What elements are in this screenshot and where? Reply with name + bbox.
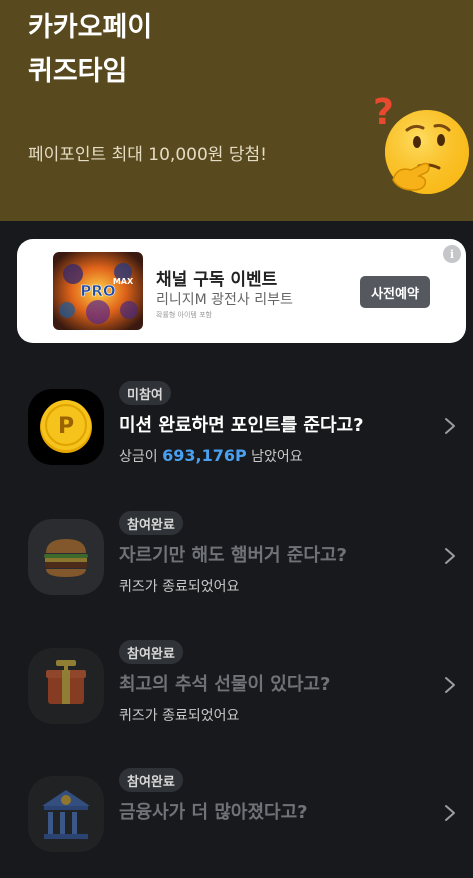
prize-prefix: 상금이: [119, 449, 163, 465]
svg-text:?: ?: [375, 94, 394, 133]
quiz-prize-remaining: 상금이 693,176P 남았어요: [119, 446, 303, 466]
ad-subtitle: 리니지M 광전사 리부트: [156, 292, 293, 308]
page-title: 카카오페이 퀴즈타임: [28, 6, 152, 94]
ad-game-thumbnail: PRO MAX: [53, 252, 143, 330]
point-coin-icon: P: [28, 389, 104, 465]
quiz-item-chuseok-gift[interactable]: 참여완료 최고의 추석 선물이 있다고? 퀴즈가 종료되었어요: [0, 640, 473, 750]
ad-disclaimer: 확률형 아이템 포함: [156, 311, 212, 319]
chevron-right-icon: [445, 677, 455, 693]
info-icon[interactable]: i: [443, 245, 461, 263]
quiz-item-hamburger[interactable]: 참여완료 자르기만 해도 햄버거 준다고? 퀴즈가 종료되었어요: [0, 511, 473, 621]
status-badge: 미참여: [119, 381, 171, 405]
ad-title: 채널 구독 이벤트: [156, 270, 278, 290]
chevron-right-icon: [445, 418, 455, 434]
ad-banner[interactable]: PRO MAX 채널 구독 이벤트 리니지M 광전사 리부트 확률형 아이템 포…: [17, 239, 466, 343]
pre-register-button[interactable]: 사전예약: [360, 276, 430, 308]
status-badge: 참여완료: [119, 768, 183, 792]
hero-banner: 카카오페이 퀴즈타임 페이포인트 최대 10,000원 당첨! ?: [0, 0, 473, 221]
ad-thumb-text: PRO: [80, 282, 115, 300]
quiz-item-mission[interactable]: P 미참여 미션 완료하면 포인트를 준다고? 상금이 693,176P 남았어…: [0, 381, 473, 491]
quiz-title: 최고의 추석 선물이 있다고?: [119, 674, 331, 695]
quiz-title: 금융사가 더 많아졌다고?: [119, 802, 308, 823]
chevron-right-icon: [445, 805, 455, 821]
title-line-1: 카카오페이: [28, 12, 153, 43]
quiz-status-text: 퀴즈가 종료되었어요: [119, 708, 240, 724]
chevron-right-icon: [445, 548, 455, 564]
hamburger-icon: [28, 519, 104, 595]
hero-subtitle: 페이포인트 최대 10,000원 당첨!: [28, 145, 267, 165]
title-line-2: 퀴즈타임: [28, 56, 128, 87]
prize-amount: 693,176P: [162, 446, 247, 465]
bank-icon: [28, 776, 104, 852]
gift-box-icon: [28, 648, 104, 724]
quiz-item-financial-companies[interactable]: 참여완료 금융사가 더 많아졌다고?: [0, 768, 473, 878]
coin-letter: P: [58, 414, 74, 439]
thinking-face-icon: ?: [375, 94, 469, 194]
quiz-title: 자르기만 해도 햄버거 준다고?: [119, 545, 347, 566]
prize-suffix: 남았어요: [246, 449, 303, 465]
quiz-status-text: 퀴즈가 종료되었어요: [119, 579, 240, 595]
status-badge: 참여완료: [119, 511, 183, 535]
quiz-title: 미션 완료하면 포인트를 준다고?: [119, 415, 364, 436]
status-badge: 참여완료: [119, 640, 183, 664]
ad-thumb-text-2: MAX: [113, 277, 134, 286]
